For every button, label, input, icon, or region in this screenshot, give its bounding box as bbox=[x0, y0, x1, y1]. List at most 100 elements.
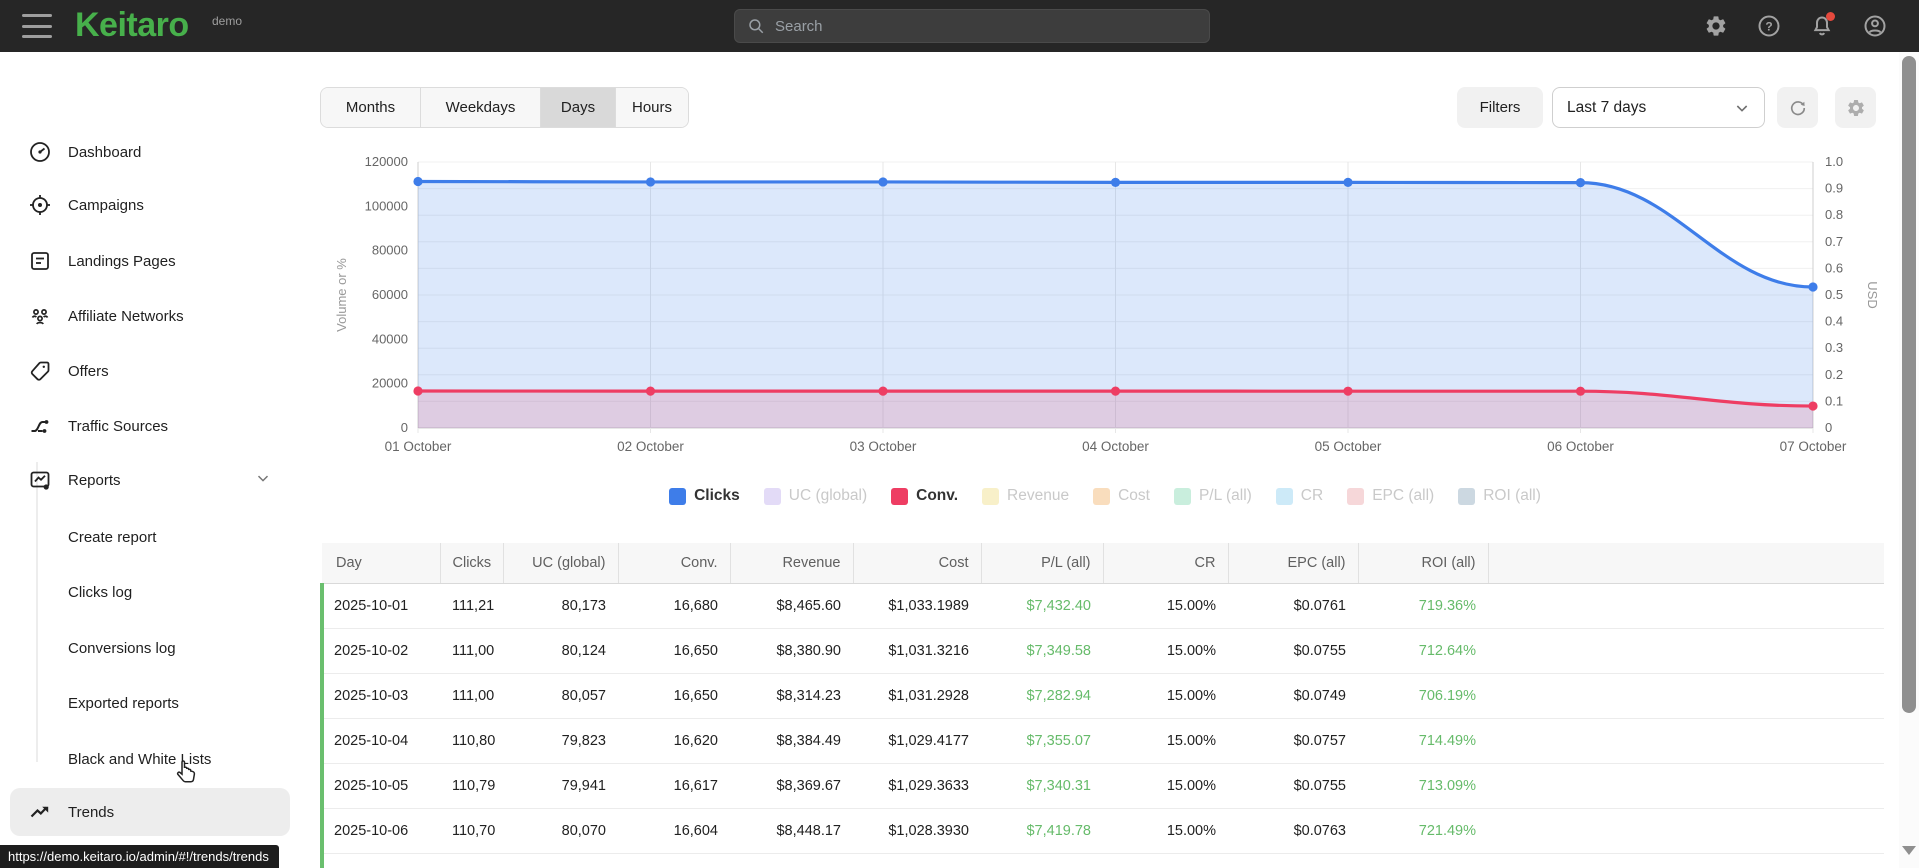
column-header-epc-all[interactable]: EPC (all) bbox=[1228, 543, 1359, 584]
search-input[interactable] bbox=[775, 17, 1175, 35]
legend-item-uc-global[interactable]: UC (global) bbox=[763, 487, 868, 505]
legend-label: Revenue bbox=[1007, 487, 1070, 504]
sidebar-item-conversions-log[interactable]: Conversions log bbox=[10, 624, 290, 672]
legend-label: EPC (all) bbox=[1372, 487, 1435, 504]
notification-badge bbox=[1826, 12, 1835, 21]
sidebar-item-clicks-log[interactable]: Clicks log bbox=[10, 568, 290, 616]
cell-revenue: $8,380.90 bbox=[730, 628, 853, 674]
legend-label: Conv. bbox=[916, 487, 959, 504]
chart-legend: Clicks UC (global) Conv. Revenue Cost P/L (al… bbox=[330, 487, 1880, 505]
sidebar: Dashboard Campaigns Landings Pages Affiliat… bbox=[0, 52, 300, 868]
notifications-bell-icon[interactable] bbox=[1810, 12, 1835, 38]
hamburger-menu-icon[interactable] bbox=[22, 14, 52, 38]
sidebar-item-dashboard[interactable]: Dashboard bbox=[10, 128, 290, 176]
column-header-cr[interactable]: CR bbox=[1103, 543, 1229, 584]
table-header-row: Day Clicks UC (global) Conv. Revenue Cost P/L … bbox=[322, 543, 1884, 584]
scrollbar-down-arrow[interactable] bbox=[1902, 846, 1916, 855]
cell-filler bbox=[1488, 583, 1884, 629]
legend-item-conv[interactable]: Conv. bbox=[891, 487, 958, 505]
column-header-roi-all[interactable]: ROI (all) bbox=[1358, 543, 1489, 584]
filters-button[interactable]: Filters bbox=[1457, 87, 1543, 128]
right-axis-tick: 0.5 bbox=[1825, 287, 1843, 302]
legend-label: CR bbox=[1300, 487, 1324, 504]
point-clicks bbox=[413, 176, 423, 187]
column-header-day[interactable]: Day bbox=[322, 543, 441, 584]
legend-item-p-l-all[interactable]: P/L (all) bbox=[1173, 487, 1252, 505]
sidebar-item-create-report[interactable]: Create report bbox=[10, 513, 290, 561]
sidebar-item-affiliate-networks[interactable]: Affiliate Networks bbox=[10, 292, 290, 340]
column-header-p-l-all[interactable]: P/L (all) bbox=[981, 543, 1104, 584]
cell-cost: $507.3392 bbox=[853, 853, 981, 868]
tab-weekdays[interactable]: Weekdays bbox=[421, 88, 541, 127]
table-row[interactable]: 2025-10-0744,1044,1576,648$4,062.34$507.… bbox=[320, 853, 1884, 868]
sidebar-item-offers[interactable]: Offers bbox=[10, 347, 290, 395]
legend-item-clicks[interactable]: Clicks bbox=[669, 487, 740, 505]
table-row[interactable]: 2025-10-03 111,00 80,057 16,650 $8,314.23 $1,… bbox=[320, 673, 1884, 719]
account-icon[interactable] bbox=[1863, 14, 1887, 38]
table-row[interactable]: 2025-10-06 110,70 80,070 16,604 $8,448.17 $1,… bbox=[320, 808, 1884, 854]
sidebar-item-landings-pages[interactable]: Landings Pages bbox=[10, 237, 290, 285]
sidebar-item-traffic-sources[interactable]: Traffic Sources bbox=[10, 402, 290, 450]
sidebar-item-reports[interactable]: Reports bbox=[10, 456, 290, 504]
point-conv bbox=[1110, 386, 1121, 396]
cell-epc-all: $0.0761 bbox=[1228, 583, 1358, 629]
column-header-conv[interactable]: Conv. bbox=[618, 543, 731, 584]
point-clicks bbox=[878, 177, 888, 187]
scrollbar-thumb[interactable] bbox=[1902, 56, 1916, 713]
column-header-clicks[interactable]: Clicks bbox=[440, 543, 504, 584]
search-box[interactable] bbox=[734, 9, 1210, 43]
table-row[interactable]: 2025-10-02 111,00 80,124 16,650 $8,380.90 $1,… bbox=[320, 628, 1884, 674]
cell-filler bbox=[1488, 718, 1884, 764]
cell-day: 2025-10-02 bbox=[320, 628, 440, 674]
sidebar-item-label: Reports bbox=[68, 471, 121, 489]
trends-chart: 0 20000 40000 60000 80000 100000 120000 0 0.1 0.2… bbox=[330, 138, 1880, 483]
legend-item-cost[interactable]: Cost bbox=[1093, 487, 1150, 505]
table-row[interactable]: 2025-10-01 111,21 80,173 16,680 $8,465.60 $1,… bbox=[320, 583, 1884, 629]
left-axis-tick: 60000 bbox=[372, 287, 408, 302]
legend-item-cr[interactable]: CR bbox=[1275, 487, 1324, 505]
right-axis-tick: 0.2 bbox=[1825, 367, 1843, 382]
cell-uc-global: 79,823 bbox=[503, 718, 618, 764]
legend-label: UC (global) bbox=[788, 487, 868, 504]
column-header-cost[interactable]: Cost bbox=[853, 543, 982, 584]
sidebar-item-exported-reports[interactable]: Exported reports bbox=[10, 679, 290, 727]
cell-epc-all: $0.0763 bbox=[1228, 808, 1358, 854]
cell-clicks: 110,70 bbox=[440, 808, 503, 854]
date-range-select[interactable]: Last 7 days bbox=[1552, 87, 1765, 128]
sidebar-item-black-white-lists[interactable]: Black and White Lists bbox=[10, 735, 290, 783]
cell-clicks: 110,80 bbox=[440, 718, 503, 764]
sidebar-item-trends[interactable]: Trends bbox=[10, 788, 290, 836]
cell-roi-all: 714.49% bbox=[1358, 718, 1488, 764]
cell-cr: 15.00% bbox=[1103, 853, 1228, 868]
cell-conv: 16,680 bbox=[618, 583, 730, 629]
tab-months[interactable]: Months bbox=[321, 88, 421, 127]
refresh-button[interactable] bbox=[1777, 87, 1818, 128]
left-axis-tick: 40000 bbox=[372, 331, 408, 346]
tab-hours[interactable]: Hours bbox=[616, 88, 688, 127]
chevron-down-icon bbox=[254, 469, 272, 492]
point-clicks bbox=[1575, 178, 1586, 188]
left-axis-tick: 120000 bbox=[365, 154, 408, 169]
legend-label: ROI (all) bbox=[1483, 487, 1541, 504]
point-clicks bbox=[1343, 177, 1353, 188]
cell-uc-global: 80,057 bbox=[503, 673, 618, 719]
column-header-uc-global[interactable]: UC (global) bbox=[503, 543, 619, 584]
legend-swatch bbox=[1275, 487, 1293, 505]
legend-item-roi-all[interactable]: ROI (all) bbox=[1458, 487, 1541, 505]
sidebar-item-label: Dashboard bbox=[68, 143, 142, 161]
legend-item-revenue[interactable]: Revenue bbox=[982, 487, 1069, 505]
cell-epc-all: $0.0755 bbox=[1228, 628, 1358, 674]
cell-clicks: 44,10 bbox=[440, 853, 503, 868]
tab-days[interactable]: Days bbox=[541, 88, 616, 127]
chart-settings-button[interactable] bbox=[1835, 87, 1876, 128]
table-row[interactable]: 2025-10-04 110,80 79,823 16,620 $8,384.49 $1,… bbox=[320, 718, 1884, 764]
table-row[interactable]: 2025-10-05 110,79 79,941 16,617 $8,369.67 $1,… bbox=[320, 763, 1884, 809]
cell-epc-all: $0.0749 bbox=[1228, 673, 1358, 719]
sidebar-item-campaigns[interactable]: Campaigns bbox=[10, 181, 290, 229]
cell-p-l-all: $7,282.94 bbox=[981, 673, 1103, 719]
settings-icon[interactable] bbox=[1704, 14, 1728, 38]
page-scrollbar[interactable] bbox=[1899, 52, 1919, 868]
help-icon[interactable]: ? bbox=[1757, 14, 1781, 38]
column-header-revenue[interactable]: Revenue bbox=[730, 543, 854, 584]
legend-item-epc-all[interactable]: EPC (all) bbox=[1347, 487, 1434, 505]
